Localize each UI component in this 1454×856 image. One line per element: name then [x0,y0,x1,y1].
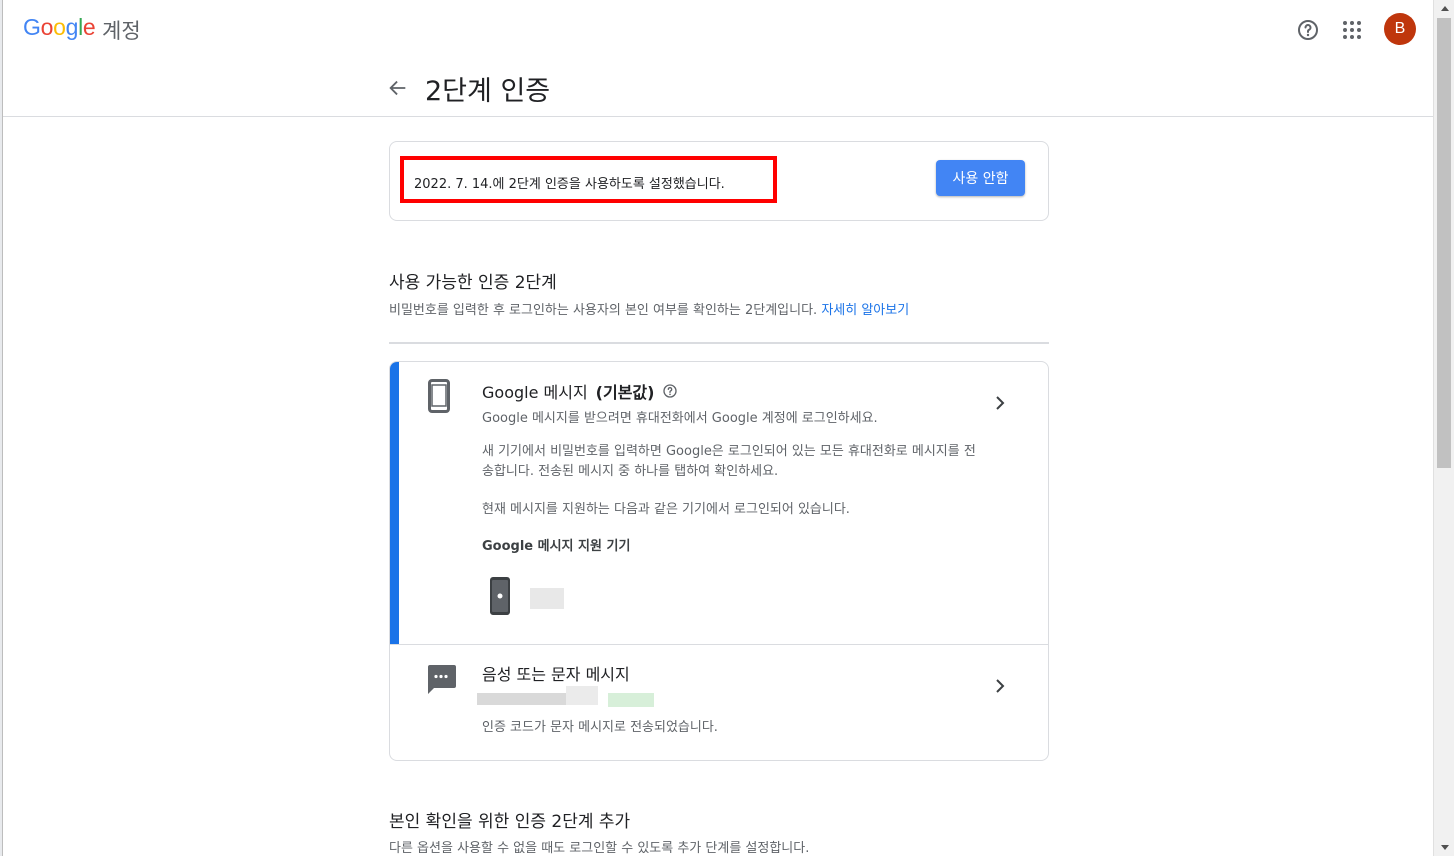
scroll-thumb[interactable] [1437,18,1451,468]
supported-devices-title: Google 메시지 지원 기기 [482,539,631,554]
voice-sms-title[interactable]: 음성 또는 문자 메시지 [482,661,630,685]
methods-card: Google 메시지 (기본값) Google 메시지를 받으려면 휴대전화에서… [389,361,1049,761]
triangle-down-icon [1440,845,1449,850]
google-prompt-device-note: 현재 메시지를 지원하는 다음과 같은 기기에서 로그인되어 있습니다. [482,502,850,517]
avatar[interactable]: B [1384,13,1416,45]
available-steps-title: 사용 가능한 인증 2단계 [389,273,557,293]
iphone-icon [490,577,510,615]
row-divider [390,644,1048,645]
add-step-title: 본인 확인을 위한 인증 2단계 추가 [389,812,631,832]
google-prompt-title[interactable]: Google 메시지 (기본값) [482,379,678,403]
triangle-up-icon [1440,6,1449,11]
chevron-right-icon[interactable] [988,391,1012,415]
sms-icon [428,665,456,694]
google-logo[interactable]: Google [23,14,96,41]
section-divider [389,342,1049,344]
active-indicator [390,362,399,645]
apps-grid-icon [1343,21,1361,39]
status-card: 2022. 7. 14.에 2단계 인증을 사용하도록 설정했습니다. 사용 안… [389,141,1049,221]
google-prompt-description: 새 기기에서 비밀번호를 입력하면 Google은 로그인되어 있는 모든 휴대… [482,444,976,479]
top-bar: Google 계정 B [3,0,1433,60]
phone-number-redacted-3 [608,693,654,707]
available-steps-description: 비밀번호를 입력한 후 로그인하는 사용자의 본인 여부를 확인하는 2단계입니… [389,303,910,318]
phone-number-redacted-2 [566,686,598,705]
product-name: 계정 [102,19,141,43]
arrow-back-icon [389,80,406,96]
back-button[interactable] [382,72,414,104]
scrollbar[interactable] [1433,0,1454,856]
learn-more-link[interactable]: 자세히 알아보기 [821,303,909,318]
apps-button[interactable] [1336,14,1368,46]
status-text: 2022. 7. 14.에 2단계 인증을 사용하도록 설정했습니다. [414,177,725,192]
add-step-description: 다른 옵션을 사용할 수 없을 때도 로그인할 수 있도록 추가 단계를 설정합… [389,841,810,856]
page-title: 2단계 인증 [425,76,551,107]
help-button[interactable] [1292,14,1324,46]
smartphone-icon [428,379,450,413]
device-name-redacted [530,588,564,609]
scroll-down-arrow[interactable] [1434,839,1454,856]
window-frame-left [0,0,3,856]
voice-sms-subtitle: 인증 코드가 문자 메시지로 전송되었습니다. [482,720,718,735]
disable-button[interactable]: 사용 안함 [936,160,1025,196]
scroll-up-arrow[interactable] [1434,0,1454,17]
chevron-right-icon[interactable] [988,674,1012,698]
header-divider [3,116,1433,117]
help-icon [1298,20,1318,40]
google-prompt-subtitle: Google 메시지를 받으려면 휴대전화에서 Google 계정에 로그인하세… [482,411,878,426]
help-outline-icon[interactable] [662,383,678,399]
